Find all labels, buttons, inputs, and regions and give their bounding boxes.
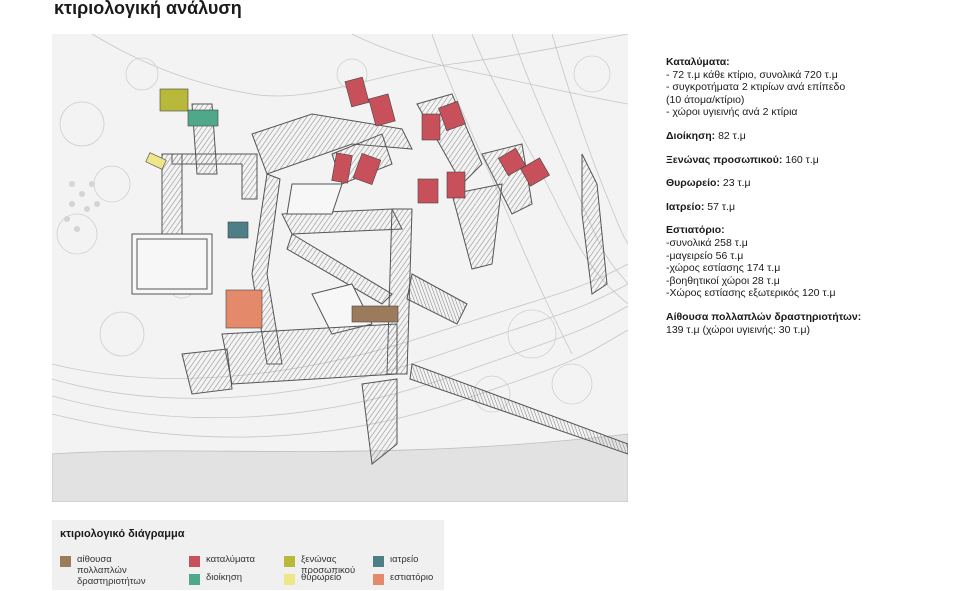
zone-clinic (227, 221, 249, 239)
program-item-area: 57 τ.μ (704, 200, 736, 213)
legend-swatch (284, 574, 295, 585)
zone-lodging (417, 178, 439, 204)
zone-admin (187, 109, 219, 127)
zone-staff (159, 88, 189, 112)
legend-swatch (189, 574, 200, 585)
program-item: Διοίκηση: 82 τ.μ (666, 130, 946, 143)
legend-swatch (60, 556, 71, 567)
program-item-line: -μαγειρείο 56 τ.μ (666, 249, 744, 262)
program-item-line: (10 άτομα/κτίριο) (666, 93, 745, 106)
program-item-title: Αίθουσα πολλαπλών δραστηριοτήτων: (666, 310, 862, 323)
program-item-line: - 72 τ.μ κάθε κτίριο, συνολικά 720 τ.μ (666, 68, 838, 81)
legend-label: εστιατόριο (390, 572, 434, 583)
shoreline (52, 433, 628, 502)
legend-label: ιατρείο (390, 554, 419, 565)
legend-label: θυρωρείο (301, 572, 342, 583)
legend-label: καταλύματα (206, 554, 256, 565)
program-item-title: Εστιατόριο: (666, 224, 725, 237)
legend-panel: κτιριολογικό διάγραμμα αίθουσα πολλαπλών… (52, 520, 444, 590)
legend-swatch (373, 556, 384, 567)
legend-label: διοίκηση (206, 572, 242, 583)
program-item-area: 82 τ.μ (715, 129, 746, 142)
legend-swatch (373, 574, 384, 585)
building-footprint (131, 93, 628, 465)
program-item-line: - χώροι υγιεινής ανά 2 κτίρια (666, 106, 798, 119)
program-area-list: Καταλύματα: - 72 τ.μ κάθε κτίριο, συνολικ… (666, 56, 946, 347)
site-plan-drawing (52, 34, 628, 502)
program-item-title: Θυρωρείο: (666, 177, 720, 190)
program-item: Αίθουσα πολλαπλών δραστηριοτήτων: 139 τ.μ… (666, 311, 946, 336)
zone-lodging (368, 93, 396, 127)
program-item: Εστιατόριο: -συνολικά 258 τ.μ -μαγειρείο 5… (666, 224, 946, 300)
zone-lodging (446, 171, 466, 199)
legend-label: αίθουσα πολλαπλών δραστηριοτήτων (77, 554, 146, 587)
legend-swatch (189, 556, 200, 567)
program-item-line: -συνολικά 258 τ.μ (666, 236, 748, 249)
program-item-line: -χώρος εστίασης 174 τ.μ (666, 262, 781, 275)
program-item-area: 23 τ.μ (719, 177, 751, 190)
zone-lodging (421, 113, 441, 141)
zone-restaurant (225, 289, 263, 329)
program-item-title: Ξενώνας προσωπικού: (666, 153, 783, 166)
program-item: Καταλύματα: - 72 τ.μ κάθε κτίριο, συνολικ… (666, 56, 946, 119)
program-item: Ξενώνας προσωπικού: 160 τ.μ (666, 154, 946, 167)
program-item-title: Διοίκηση: (666, 129, 716, 142)
program-item-line: -Χώρος εστίασης εξωτερικός 120 τ.μ (666, 287, 836, 300)
program-item-line: -βοηθητικοί χώροι 28 τ.μ (666, 274, 780, 287)
program-item: Ιατρείο: 57 τ.μ (666, 201, 946, 214)
program-item-title: Καταλύματα: (666, 56, 730, 68)
program-item-line: - συγκροτήματα 2 κτιρίων ανά επίπεδο (666, 81, 846, 94)
program-item-title: Ιατρείο: (666, 200, 705, 213)
legend-swatch (284, 556, 295, 567)
program-item-area: 160 τ.μ (782, 153, 819, 166)
program-item: Θυρωρείο: 23 τ.μ (666, 177, 946, 190)
page-title: κτιριολογική ανάλυση (54, 0, 242, 18)
program-item-line: 139 τ.μ (χώροι υγιεινής: 30 τ.μ) (666, 323, 810, 336)
zone-multipurpose (351, 305, 399, 323)
legend-title: κτιριολογικό διάγραμμα (60, 528, 185, 540)
